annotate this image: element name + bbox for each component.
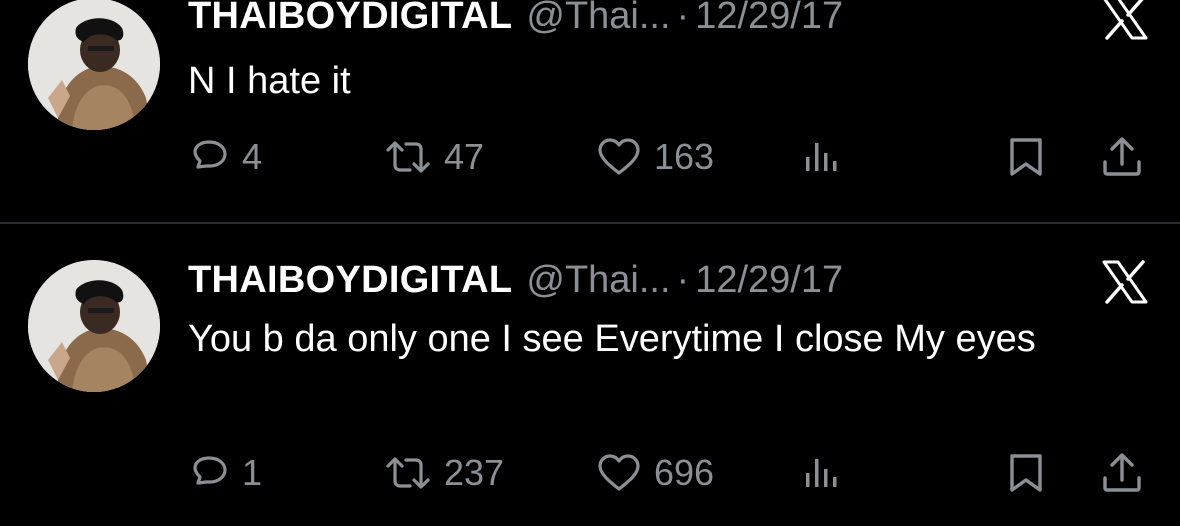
bookmark-icon (1010, 138, 1042, 176)
like-count: 696 (654, 452, 715, 493)
share-icon (1103, 137, 1141, 176)
reply-count: 4 (242, 136, 263, 177)
tweet-text: N I hate it (188, 60, 351, 102)
reply-button[interactable]: 1 (190, 448, 262, 498)
tweet-header: THAIBOYDIGITAL @Thai... · 12/29/17 (188, 0, 843, 40)
views-button[interactable] (800, 448, 840, 498)
analytics-icon (806, 143, 837, 171)
reply-icon (193, 140, 227, 169)
retweet-icon (386, 457, 430, 489)
retweet-button[interactable]: 237 (384, 448, 504, 498)
share-button[interactable] (1100, 448, 1144, 498)
user-handle[interactable]: @Thai... (526, 0, 670, 37)
avatar-image (28, 0, 160, 130)
like-button[interactable]: 163 (596, 132, 714, 182)
separator-dot: · (676, 259, 690, 301)
like-count: 163 (654, 136, 715, 177)
reply-icon (193, 456, 227, 485)
heart-icon (598, 138, 640, 175)
share-icon (1103, 453, 1141, 492)
tweet-actions: 4 47 163 (0, 132, 1180, 182)
retweet-count: 47 (444, 136, 485, 177)
views-button[interactable] (800, 132, 840, 182)
tweet-date[interactable]: 12/29/17 (695, 0, 843, 37)
tweet-text: You b da only one I see Everytime I clos… (188, 318, 1036, 360)
reply-button[interactable]: 4 (190, 132, 262, 182)
like-button[interactable]: 696 (596, 448, 714, 498)
share-button[interactable] (1100, 132, 1144, 182)
avatar[interactable] (28, 0, 160, 130)
separator-dot: · (676, 0, 690, 37)
retweet-icon (386, 141, 430, 173)
tweet[interactable]: THAIBOYDIGITAL @Thai... · 12/29/17 You b da… (0, 226, 1180, 526)
user-handle[interactable]: @Thai... (526, 259, 670, 301)
heart-icon (598, 454, 640, 491)
tweet-date[interactable]: 12/29/17 (695, 259, 843, 301)
x-logo-icon (1102, 260, 1148, 304)
display-name[interactable]: THAIBOYDIGITAL (188, 0, 512, 37)
bookmark-button[interactable] (1006, 448, 1046, 498)
tweet[interactable]: THAIBOYDIGITAL @Thai... · 12/29/17 N I hate… (0, 0, 1180, 220)
retweet-button[interactable]: 47 (384, 132, 484, 182)
bookmark-button[interactable] (1006, 132, 1046, 182)
x-logo-icon (1102, 0, 1148, 40)
divider (0, 222, 1180, 224)
display-name[interactable]: THAIBOYDIGITAL (188, 259, 512, 301)
reply-count: 1 (242, 452, 263, 493)
bookmark-icon (1010, 454, 1042, 492)
avatar[interactable] (28, 260, 160, 392)
analytics-icon (806, 459, 837, 487)
retweet-count: 237 (444, 452, 505, 493)
tweet-actions: 1 237 696 (0, 448, 1180, 498)
avatar-image (28, 260, 160, 392)
tweet-header: THAIBOYDIGITAL @Thai... · 12/29/17 (188, 256, 843, 304)
